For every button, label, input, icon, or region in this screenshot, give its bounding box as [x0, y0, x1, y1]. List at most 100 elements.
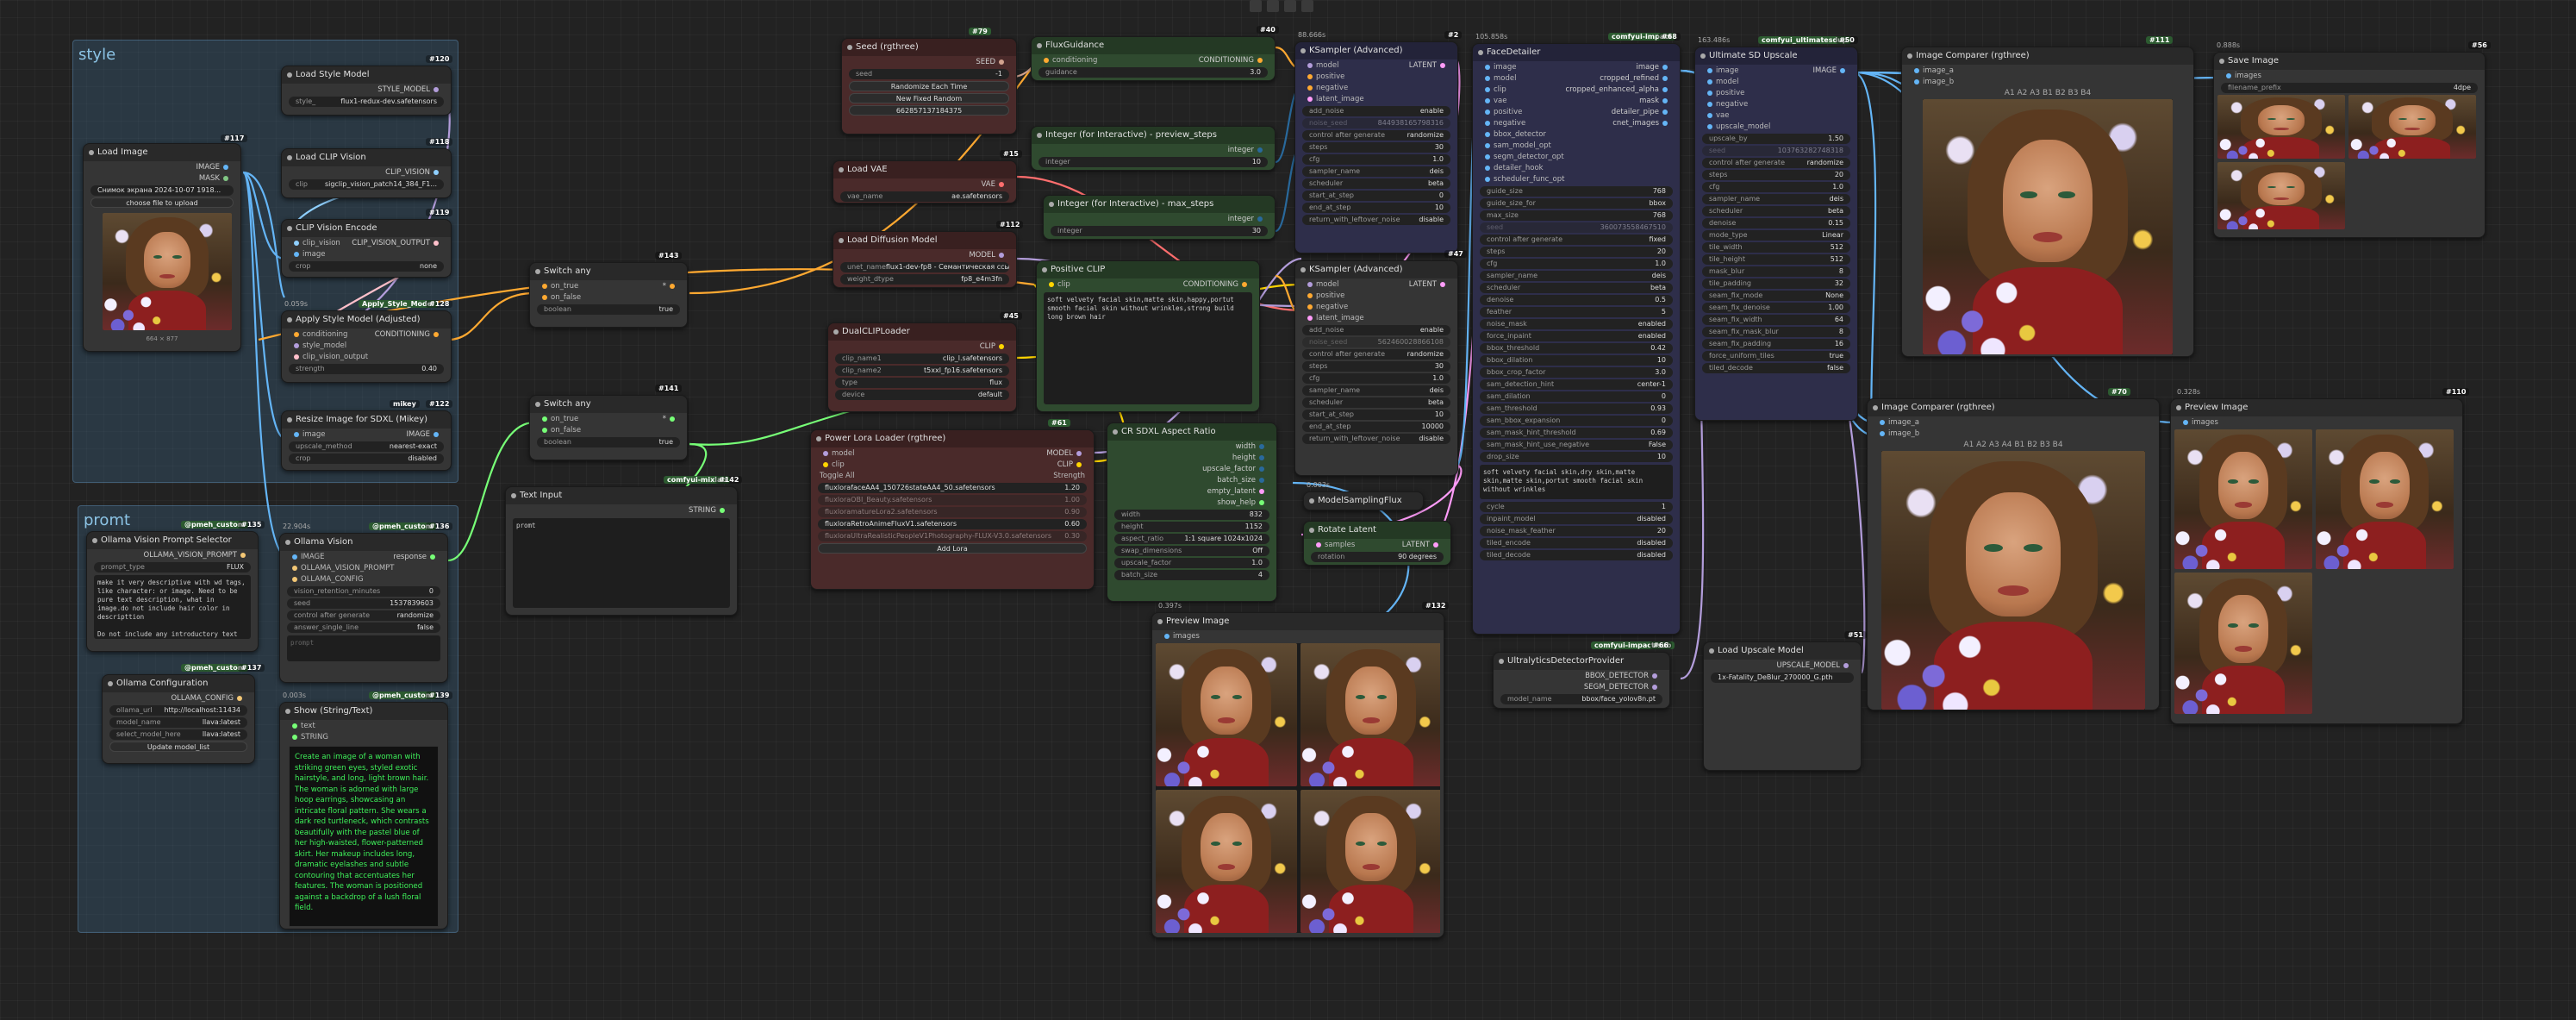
input-port[interactable]: upscale_model — [1704, 122, 1770, 131]
input-model[interactable]: model — [1304, 61, 1338, 70]
output-model[interactable]: MODEL — [1046, 449, 1085, 458]
upscale-widget[interactable]: seed 103763282748318 — [1702, 146, 1850, 156]
node-clip-vision-encode[interactable]: CLIP Vision Encode clip_vision CLIP_VISIO… — [281, 219, 452, 278]
node-title[interactable]: Ultimate SD Upscale — [1695, 47, 1857, 65]
vision-retention-field[interactable]: vision_retention_minutes 0 — [287, 586, 440, 597]
clip-name1-selector[interactable]: clip_name1 clip_l.safetensors — [835, 354, 1009, 364]
node-model-sampling-flux[interactable]: ModelSamplingFlux — [1303, 491, 1424, 510]
output-conditioning[interactable]: CONDITIONING — [1183, 280, 1251, 289]
node-show-text[interactable]: Show (String/Text) text STRING Create an… — [279, 702, 448, 929]
input-image[interactable]: IMAGE — [289, 553, 324, 561]
new-fixed-random-button[interactable]: New Fixed Random — [849, 93, 1009, 103]
output-mask[interactable]: MASK — [199, 174, 232, 183]
output-style-model[interactable]: STYLE_MODEL — [377, 85, 442, 94]
output-any[interactable]: * — [663, 282, 678, 291]
node-title[interactable]: Load Image — [84, 144, 240, 161]
input-model[interactable]: model — [820, 449, 854, 458]
node-title[interactable]: KSampler (Advanced) — [1295, 42, 1457, 59]
face-detailer-widget[interactable]: sam_mask_hint_use_negative False — [1480, 440, 1673, 450]
output-latent[interactable]: LATENT — [1409, 61, 1449, 70]
ksampler-widget[interactable]: add_noise enable — [1302, 325, 1450, 335]
height-field[interactable]: height 1152 — [1114, 522, 1269, 532]
output-string[interactable]: STRING — [289, 733, 328, 742]
comparer-image-selector[interactable]: A1 A2 A3 B1 B2 B3 B4 — [1902, 89, 2193, 97]
weight-dtype-selector[interactable]: weight_dtype fp8_e4m3fn — [840, 274, 1009, 285]
node-rotate-latent[interactable]: Rotate Latent samples LATENT rotation 90 d… — [1303, 521, 1451, 566]
node-dualcliploader[interactable]: DualCLIPLoader CLIP clip_name1 clip_l.saf… — [827, 322, 1017, 412]
upscale-widget[interactable]: seam_fix_width 64 — [1702, 315, 1850, 325]
output-port[interactable]: cropped_refined — [1600, 74, 1671, 83]
node-load-vae[interactable]: Load VAE VAE vae_name ae.safetensors — [833, 160, 1017, 203]
node-title[interactable]: Power Lora Loader (rgthree) — [811, 430, 1094, 447]
input-negative[interactable]: negative — [1304, 303, 1348, 311]
input-positive[interactable]: positive — [1304, 291, 1344, 300]
face-detailer-widget[interactable]: max_size 768 — [1480, 210, 1673, 221]
generated-image[interactable] — [1156, 790, 1297, 933]
face-detailer-widget[interactable]: denoise 0.5 — [1480, 295, 1673, 305]
ksampler-widget[interactable]: sampler_name deis — [1302, 385, 1450, 396]
input-port[interactable]: bbox_detector — [1481, 130, 1546, 139]
aspect-ratio-selector[interactable]: aspect_ratio 1:1 square 1024x1024 — [1114, 534, 1269, 544]
face-detailer-widget[interactable]: guide_size_for bbox — [1480, 198, 1673, 209]
guidance-slider[interactable]: guidance 3.0 — [1039, 67, 1268, 78]
face-detailer-widget[interactable]: bbox_crop_factor 3.0 — [1480, 367, 1673, 378]
node-preview-image-1[interactable]: Preview Image images — [1151, 612, 1444, 938]
output-empty-latent[interactable]: empty_latent — [1207, 487, 1268, 496]
upscale-widget[interactable]: control after generate randomize — [1702, 158, 1850, 168]
output-clip-vision[interactable]: CLIP_VISION — [385, 168, 442, 177]
node-title[interactable]: Positive CLIP — [1037, 261, 1259, 278]
upscale-model-selector[interactable]: 1x-Fatality_DeBlur_270000_G.pth — [1711, 673, 1854, 683]
node-switch-any-2[interactable]: Switch any on_true * on_false boolean true — [529, 395, 688, 460]
comparer-image-selector[interactable]: A1 A2 A3 A4 B1 B2 B3 B4 — [1868, 441, 2159, 449]
node-face-detailer[interactable]: FaceDetailer image image model cropped_refi… — [1472, 43, 1681, 635]
node-title[interactable]: Integer (for Interactive) - preview_step… — [1032, 127, 1275, 144]
face-detailer-widget[interactable]: feather 5 — [1480, 307, 1673, 317]
node-title[interactable]: Load CLIP Vision — [282, 149, 451, 166]
node-ultralytics-detector-provider[interactable]: UltralyticsDetectorProvider BBOX_DETECTO… — [1493, 652, 1670, 709]
crop-selector[interactable]: crop disabled — [289, 454, 444, 464]
output-batch-size[interactable]: batch_size — [1217, 476, 1268, 485]
ksampler-widget[interactable]: noise_seed 562460028866108 — [1302, 337, 1450, 347]
seed-value-field[interactable]: seed -1 — [849, 69, 1009, 79]
filename-prefix-field[interactable]: filename_prefix 4dpe — [2221, 83, 2478, 93]
output-model[interactable]: MODEL — [969, 251, 1007, 260]
node-switch-any-1[interactable]: Switch any on_true * on_false boolean true — [529, 262, 688, 328]
node-preview-image-2[interactable]: Preview Image images — [2170, 398, 2463, 724]
input-latent-image[interactable]: latent_image — [1304, 314, 1364, 322]
ollama-url-field[interactable]: ollama_url http://localhost:11434 — [109, 705, 247, 716]
type-selector[interactable]: type flux — [835, 378, 1009, 388]
batch-size-field[interactable]: batch_size 4 — [1114, 570, 1269, 580]
output-seed[interactable]: SEED — [976, 58, 1007, 66]
input-clip[interactable]: clip — [820, 460, 845, 469]
face-detailer-widget[interactable]: sam_dilation 0 — [1480, 391, 1673, 402]
input-model[interactable]: model — [1304, 280, 1338, 289]
node-title[interactable]: Load VAE — [833, 161, 1016, 178]
input-latent-image[interactable]: latent_image — [1304, 95, 1364, 103]
input-port[interactable]: clip — [1481, 85, 1506, 94]
saved-image[interactable] — [2217, 162, 2345, 229]
ksampler-widget[interactable]: noise_seed 844938165798316 — [1302, 118, 1450, 128]
output-port[interactable]: mask — [1639, 97, 1671, 105]
face-detailer-widget[interactable]: inpaint_model disabled — [1480, 514, 1673, 524]
output-latent[interactable]: LATENT — [1409, 280, 1449, 289]
output-image[interactable]: IMAGE — [196, 163, 232, 172]
node-title[interactable]: KSampler (Advanced) — [1295, 261, 1457, 278]
node-title[interactable]: Load Diffusion Model — [833, 232, 1016, 249]
input-port[interactable]: segm_detector_opt — [1481, 153, 1564, 161]
output-port[interactable]: cnet_images — [1612, 119, 1671, 128]
positive-prompt-textarea[interactable]: soft velvety facial skin,matte skin,happ… — [1044, 292, 1252, 404]
style-model-selector[interactable]: style_ flux1-redux-dev.safetensors — [289, 97, 444, 107]
integer-field[interactable]: integer 30 — [1051, 226, 1268, 236]
node-title[interactable]: ModelSamplingFlux — [1304, 492, 1423, 510]
node-cr-sdxl-aspect-ratio[interactable]: CR SDXL Aspect Ratio width height upscal… — [1107, 422, 1277, 602]
node-text-input[interactable]: Text Input STRING promt — [505, 486, 738, 616]
randomize-each-time-button[interactable]: Randomize Each Time — [849, 81, 1009, 91]
face-detailer-widget[interactable]: scheduler beta — [1480, 283, 1673, 293]
output-latent[interactable]: LATENT — [1402, 541, 1442, 549]
upload-button[interactable]: choose file to upload — [90, 197, 234, 208]
ksampler-widget[interactable]: control after generate randomize — [1302, 349, 1450, 360]
node-title[interactable]: Integer (for Interactive) - max_steps — [1044, 196, 1275, 213]
node-title[interactable]: Switch any — [530, 263, 687, 280]
face-detailer-widget[interactable]: force_inpaint enabled — [1480, 331, 1673, 341]
swap-dimensions-toggle[interactable]: swap_dimensions Off — [1114, 546, 1269, 556]
